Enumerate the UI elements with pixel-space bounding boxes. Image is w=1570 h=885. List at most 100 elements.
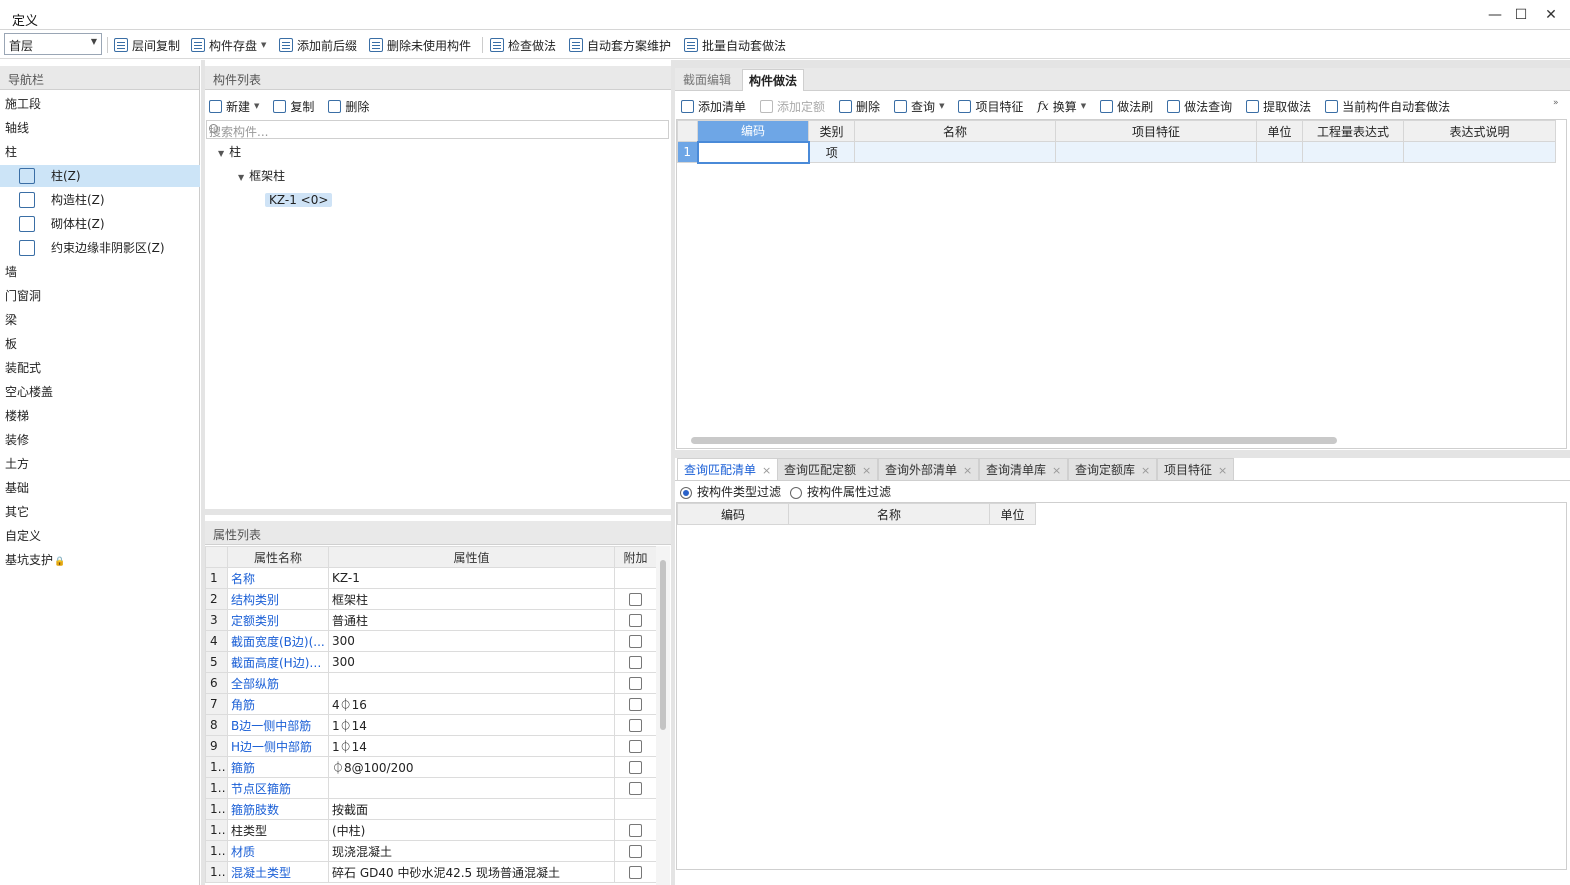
- tab-list-library[interactable]: 查询清单库 ×: [979, 458, 1069, 480]
- new-component-button[interactable]: 新建 ▼: [209, 98, 259, 115]
- table-row[interactable]: 13 柱类型 (中柱): [205, 819, 656, 841]
- column-header[interactable]: 类别: [808, 120, 855, 142]
- item-feature-button[interactable]: 项目特征: [958, 98, 1023, 115]
- property-value[interactable]: ⏀8@100/200: [328, 756, 615, 778]
- tree-node-column[interactable]: ▼ 柱: [218, 142, 241, 162]
- close-icon[interactable]: ×: [862, 464, 871, 477]
- type-cell[interactable]: 项: [808, 141, 855, 163]
- column-header[interactable]: 编码: [677, 503, 789, 525]
- table-row[interactable]: 5 截面高度(H边)(... 300: [205, 651, 656, 673]
- tab-component-method[interactable]: 构件做法: [742, 69, 805, 91]
- column-header[interactable]: 名称: [854, 120, 1056, 142]
- nav-item[interactable]: 门窗洞: [0, 285, 200, 307]
- expand-icon[interactable]: ▼: [218, 149, 224, 158]
- name-cell[interactable]: [854, 141, 1056, 163]
- nav-item[interactable]: 柱: [0, 141, 200, 163]
- maximize-button[interactable]: ☐: [1510, 6, 1532, 24]
- checkbox[interactable]: [629, 824, 642, 837]
- close-icon[interactable]: ×: [762, 464, 771, 477]
- property-value[interactable]: KZ-1: [328, 567, 615, 589]
- column-header[interactable]: 名称: [788, 503, 990, 525]
- table-row[interactable]: 1 项: [677, 140, 1556, 164]
- nav-item[interactable]: 墙: [0, 261, 200, 283]
- batch-auto-button[interactable]: 批量自动套做法: [684, 35, 786, 55]
- extract-method-button[interactable]: 提取做法: [1246, 98, 1311, 115]
- nav-item[interactable]: 基础: [0, 477, 200, 499]
- checkbox[interactable]: [629, 614, 642, 627]
- delete-unused-button[interactable]: 删除未使用构件: [369, 35, 471, 55]
- table-row[interactable]: 15 混凝土类型 碎石 GD40 中砂水泥42.5 现场普通混凝土: [205, 861, 656, 883]
- table-row[interactable]: 10 箍筋 ⏀8@100/200: [205, 756, 656, 778]
- auto-apply-button[interactable]: 当前构件自动套做法: [1325, 98, 1450, 115]
- horizontal-scrollbar[interactable]: [691, 437, 1337, 444]
- checkbox[interactable]: [629, 866, 642, 879]
- copy-between-floors-button[interactable]: 层间复制: [114, 35, 180, 55]
- delete-component-button[interactable]: 删除: [328, 98, 369, 115]
- checkbox[interactable]: [629, 656, 642, 669]
- table-row[interactable]: 11 节点区箍筋: [205, 777, 656, 799]
- property-value[interactable]: 普通柱: [328, 609, 615, 631]
- close-icon[interactable]: ×: [1141, 464, 1150, 477]
- tab-section-edit[interactable]: 截面编辑: [677, 70, 737, 91]
- radio-selected[interactable]: [680, 486, 692, 499]
- table-row[interactable]: 2 结构类别 框架柱: [205, 588, 656, 610]
- checkbox[interactable]: [629, 635, 642, 648]
- property-value[interactable]: 1⏀14: [328, 735, 615, 757]
- expand-icon[interactable]: ▼: [238, 173, 244, 182]
- close-icon[interactable]: ×: [1052, 464, 1061, 477]
- toolbar-overflow-icon[interactable]: »: [1553, 98, 1559, 108]
- copy-component-button[interactable]: 复制: [273, 98, 314, 115]
- tree-node-kz1[interactable]: KZ-1 <0>: [265, 190, 333, 210]
- save-component-button[interactable]: 构件存盘 ▼: [191, 35, 266, 55]
- table-row[interactable]: 1 名称 KZ-1: [205, 567, 656, 589]
- check-method-button[interactable]: 检查做法: [490, 35, 556, 55]
- property-value[interactable]: 1⏀14: [328, 714, 615, 736]
- property-value[interactable]: 现浇混凝土: [328, 840, 615, 862]
- checkbox[interactable]: [629, 740, 642, 753]
- tab-external-list[interactable]: 查询外部清单 ×: [878, 458, 980, 480]
- property-value[interactable]: 碎石 GD40 中砂水泥42.5 现场普通混凝土: [328, 861, 615, 883]
- nav-item[interactable]: 装配式: [0, 357, 200, 379]
- column-header[interactable]: 表达式说明: [1403, 120, 1556, 142]
- checkbox[interactable]: [629, 593, 642, 606]
- nav-item-edge-zone[interactable]: 约束边缘非阴影区(Z): [0, 237, 200, 259]
- unit-cell[interactable]: [1256, 141, 1303, 163]
- tab-quota-library[interactable]: 查询定额库 ×: [1068, 458, 1158, 480]
- property-value[interactable]: 框架柱: [328, 588, 615, 610]
- method-query-button[interactable]: 做法查询: [1167, 98, 1232, 115]
- table-row[interactable]: 3 定额类别 普通柱: [205, 609, 656, 631]
- table-row[interactable]: 14 材质 现浇混凝土: [205, 840, 656, 862]
- column-header[interactable]: 编码: [697, 120, 809, 142]
- tab-match-quota[interactable]: 查询匹配定额 ×: [777, 458, 879, 480]
- close-icon[interactable]: ×: [1218, 464, 1227, 477]
- property-value[interactable]: 300: [328, 630, 615, 652]
- nav-item[interactable]: 其它: [0, 501, 200, 523]
- checkbox[interactable]: [629, 719, 642, 732]
- tab-match-list[interactable]: 查询匹配清单 ×: [677, 458, 779, 480]
- scroll-thumb[interactable]: [660, 560, 666, 730]
- close-button[interactable]: ✕: [1540, 6, 1562, 24]
- nav-item-column[interactable]: 柱(Z): [0, 165, 200, 187]
- checkbox[interactable]: [629, 761, 642, 774]
- expression-note-cell[interactable]: [1403, 141, 1556, 163]
- property-value[interactable]: [328, 777, 615, 799]
- table-row[interactable]: 6 全部纵筋: [205, 672, 656, 694]
- add-prefix-suffix-button[interactable]: 添加前后缀: [279, 35, 357, 55]
- auto-scheme-button[interactable]: 自动套方案维护: [569, 35, 671, 55]
- floor-select[interactable]: 首层 ▼: [4, 33, 102, 55]
- nav-item[interactable]: 自定义: [0, 525, 200, 547]
- nav-item[interactable]: 空心楼盖: [0, 381, 200, 403]
- column-header[interactable]: 项目特征: [1055, 120, 1257, 142]
- expression-cell[interactable]: [1302, 141, 1404, 163]
- nav-item[interactable]: 施工段: [0, 93, 200, 115]
- minimize-button[interactable]: —: [1484, 6, 1506, 24]
- checkbox[interactable]: [629, 677, 642, 690]
- nav-item-constructional-column[interactable]: 构造柱(Z): [0, 189, 200, 211]
- column-header[interactable]: 工程量表达式: [1302, 120, 1404, 142]
- table-row[interactable]: 8 B边一侧中部筋 1⏀14: [205, 714, 656, 736]
- table-row[interactable]: 9 H边一侧中部筋 1⏀14: [205, 735, 656, 757]
- search-icon[interactable]: [209, 124, 218, 133]
- table-row[interactable]: 12 箍筋肢数 按截面: [205, 798, 656, 820]
- filter-attribute-radio[interactable]: 按构件属性过滤: [790, 484, 891, 500]
- checkbox[interactable]: [629, 845, 642, 858]
